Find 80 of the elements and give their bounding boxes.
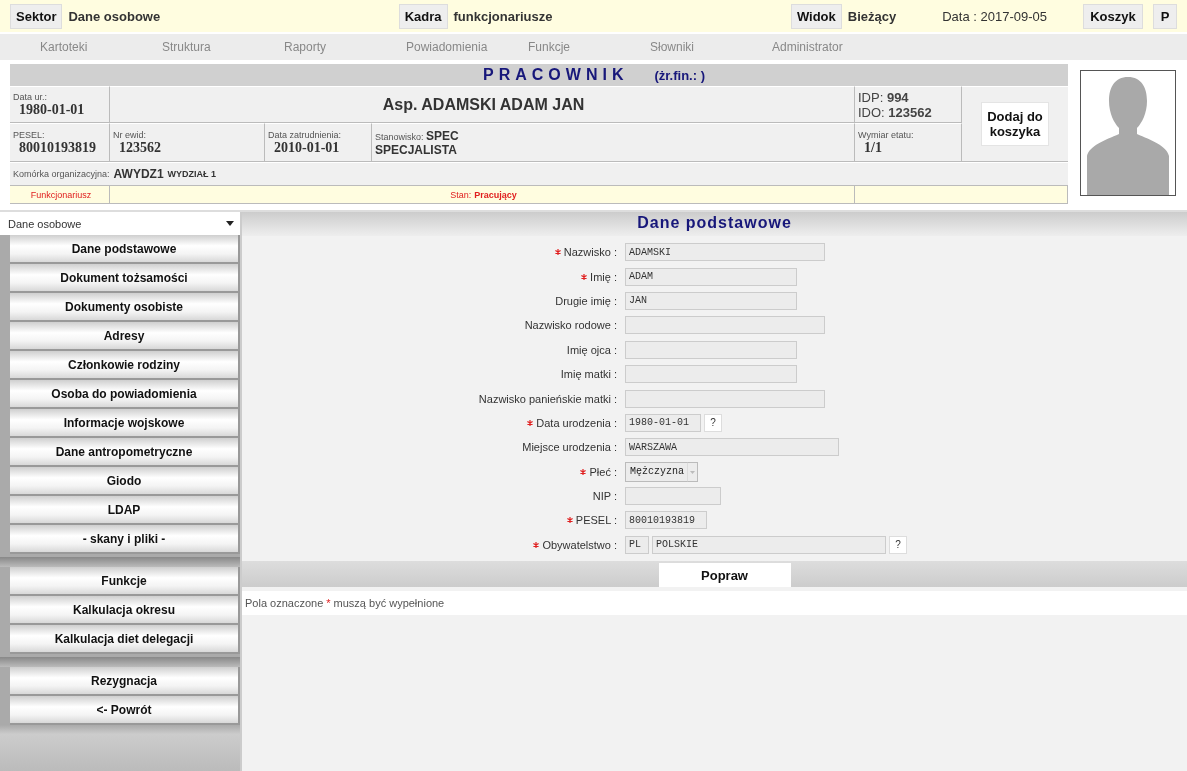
input-field[interactable] <box>625 340 797 359</box>
sidebar-button[interactable]: Kalkulacja diet delegacji <box>10 625 240 654</box>
form-title: Dane podstawowe <box>637 214 792 231</box>
info-cell: Data ur.: 1980-01-01 <box>10 86 110 123</box>
info-cell: Data zatrudnienia: 2010-01-01 <box>265 123 372 162</box>
input-field[interactable]: ADAM <box>625 267 797 286</box>
input-field[interactable]: JAN <box>625 291 797 310</box>
field-label: Data urodzenia : <box>536 416 617 429</box>
staff-value: funkcjonariusze <box>453 8 553 24</box>
sidebar-button[interactable]: Rezygnacja <box>10 667 240 696</box>
field-label: Imię matki : <box>560 368 617 381</box>
required-icon <box>581 273 588 280</box>
field-label: Miejsce urodzenia : <box>522 441 617 454</box>
info-cell: PESEL: 80010193819 <box>10 123 110 162</box>
sidebar-button[interactable]: Dane antropometryczne <box>10 438 240 467</box>
status-text: Stan: Pracujący <box>110 186 855 204</box>
field-label: Płeć : <box>589 465 617 478</box>
required-note: Pola oznaczone * muszą być wypełnione <box>242 591 1187 616</box>
sector-value: Dane osobowe <box>68 8 161 24</box>
sidebar-button[interactable]: LDAP <box>10 496 240 525</box>
caret-icon <box>226 221 234 226</box>
field-label: PESEL : <box>575 514 617 527</box>
required-icon <box>533 541 540 548</box>
info-cell: Wymiar etatu: 1/1 <box>855 123 962 162</box>
info-cell: Stanowisko: SPEC SPECJALISTA <box>372 123 855 162</box>
input-field[interactable] <box>625 316 825 335</box>
info-cell: IDP: 994 IDO: 123562 <box>855 86 962 123</box>
employee-name: Asp. ADAMSKI ADAM JAN <box>110 86 855 123</box>
sidebar-button[interactable]: Członkowie rodziny <box>10 351 240 380</box>
funding-source: (żr.fin.: ) <box>654 67 705 83</box>
sidebar-button[interactable]: <- Powrót <box>10 696 240 725</box>
sidebar-button[interactable]: Dane podstawowe <box>10 235 240 264</box>
info-cell: Nr ewid: 123562 <box>110 123 265 162</box>
field-label: Imię ojca : <box>566 343 617 356</box>
code-field[interactable]: PL <box>625 535 649 554</box>
select-field[interactable]: Mężczyzna <box>625 461 698 482</box>
required-icon <box>566 517 573 524</box>
sidebar-button[interactable]: Dokumenty osobiste <box>10 293 240 322</box>
required-icon <box>554 249 561 256</box>
input-field[interactable]: ADAMSKI <box>625 243 825 262</box>
staff-label: Kadra <box>398 3 448 29</box>
input-field[interactable]: WARSZAWA <box>625 438 839 457</box>
unit-text: Komórka organizacyjna: AWYDZ1 WYDZIAŁ 1 <box>10 162 1068 186</box>
input-field[interactable]: POLSKIE <box>652 535 886 554</box>
field-label: Nazwisko rodowe : <box>524 319 617 332</box>
field-label: Obywatelstwo : <box>542 538 617 551</box>
sidebar-button[interactable]: Funkcje <box>10 567 240 596</box>
caret-icon <box>687 461 697 482</box>
save-button[interactable]: Popraw <box>658 563 791 588</box>
date-text: Data : 2017-09-05 <box>942 8 1047 24</box>
sector-label: Sektor <box>10 3 63 29</box>
sidebar-button[interactable]: Dokument tożsamości <box>10 264 240 293</box>
required-icon <box>580 468 587 475</box>
field-label: Imię : <box>590 270 617 283</box>
input-field[interactable]: 80010193819 <box>625 511 707 530</box>
sidebar-button[interactable]: Informacje wojskowe <box>10 409 240 438</box>
field-label: Nazwisko : <box>563 246 617 259</box>
input-field[interactable]: 1980-01-01 <box>625 413 701 432</box>
field-label: NIP : <box>592 490 617 503</box>
input-field[interactable] <box>625 389 825 408</box>
field-label: Nazwisko panieńskie matki : <box>478 392 617 405</box>
view-label: Widok <box>790 3 842 29</box>
input-field[interactable] <box>625 487 721 506</box>
employee-type: Funkcjonariusz <box>10 186 110 204</box>
header-title: PRACOWNIK <box>483 66 629 84</box>
help-button[interactable]: ? <box>704 413 722 432</box>
input-field[interactable] <box>625 365 797 384</box>
help-button[interactable]: ? <box>889 535 907 554</box>
add-to-cart-button[interactable]: Dodaj do koszyka <box>981 102 1049 146</box>
sidebar-button[interactable]: - skany i pliki - <box>10 525 240 554</box>
sidebar-button[interactable]: Osoba do powiadomienia <box>10 380 240 409</box>
top-bar-button[interactable]: P <box>1153 3 1177 29</box>
view-value: Bieżący <box>847 8 897 24</box>
field-label: Drugie imię : <box>555 294 617 307</box>
sidebar-button[interactable]: Adresy <box>10 322 240 351</box>
required-icon <box>527 419 534 426</box>
sidebar-button[interactable]: Kalkulacja okresu <box>10 596 240 625</box>
section-select[interactable]: Dane osobowe <box>0 212 240 235</box>
sidebar-button[interactable]: Giodo <box>10 467 240 496</box>
top-bar-button[interactable]: Koszyk <box>1083 3 1143 29</box>
